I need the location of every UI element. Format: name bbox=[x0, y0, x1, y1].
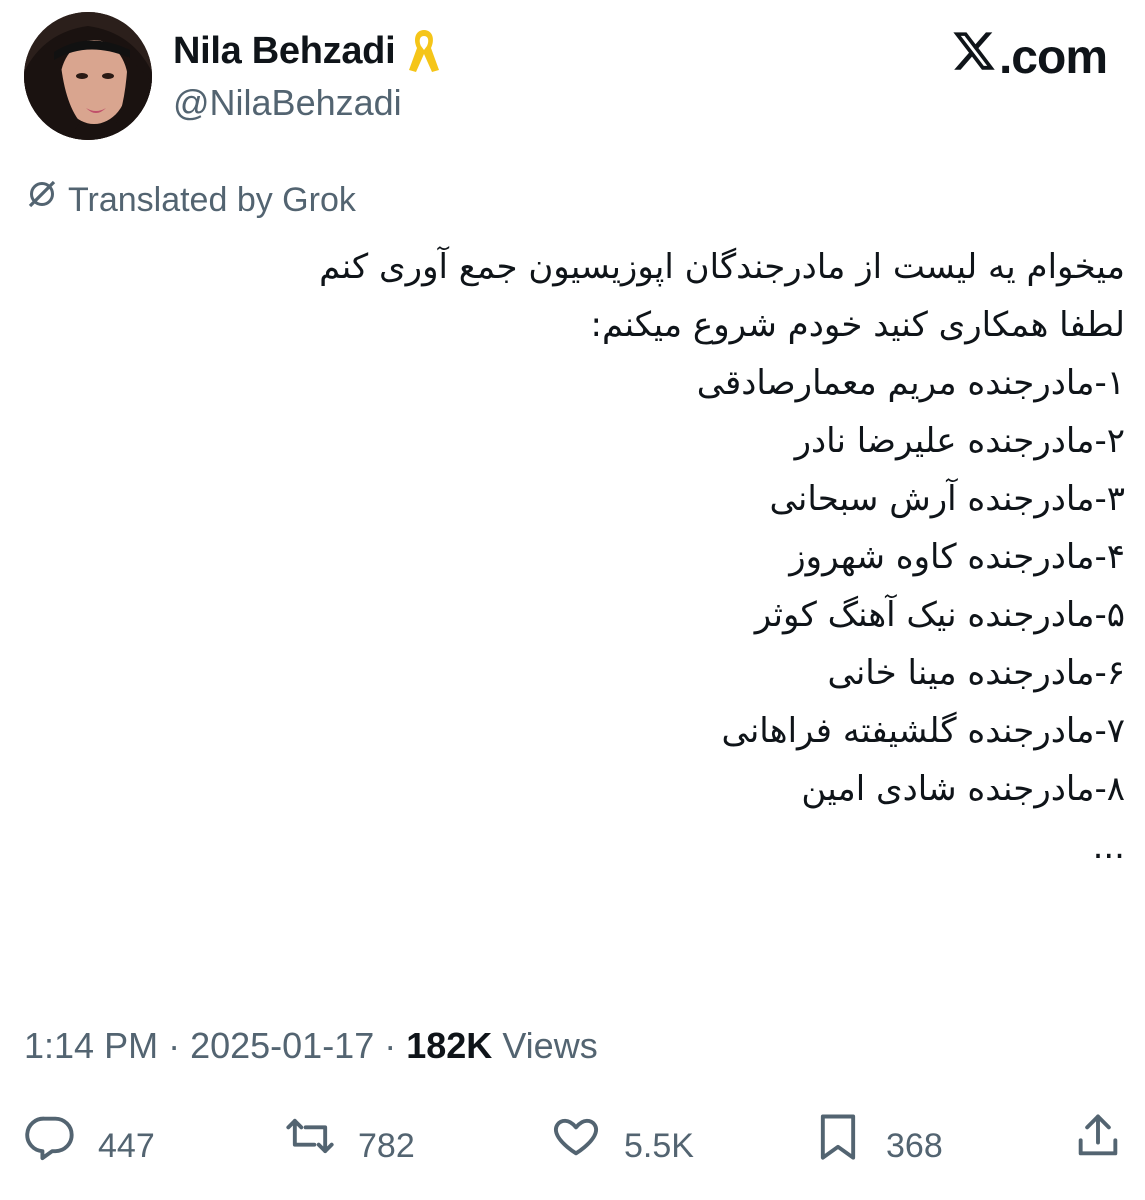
views-label: Views bbox=[502, 1025, 598, 1066]
bookmark-count: 368 bbox=[886, 1126, 943, 1165]
tweet-date[interactable]: 2025-01-17 bbox=[190, 1025, 374, 1066]
author-name-row[interactable]: Nila Behzadi bbox=[173, 26, 441, 76]
like-button[interactable]: 5.5K bbox=[550, 1110, 694, 1181]
tweet-line: ۶-مادرجنده مینا خانی bbox=[827, 653, 1126, 693]
tweet-line: ۸-مادرجنده شادی امین bbox=[801, 769, 1125, 809]
reply-button[interactable]: 447 bbox=[24, 1110, 155, 1181]
like-icon bbox=[550, 1110, 602, 1181]
tweet-line: لطفا همکاری کنید خودم شروع میکنم: bbox=[590, 305, 1125, 345]
meta-separator: · bbox=[158, 1025, 191, 1066]
author-name[interactable]: Nila Behzadi bbox=[173, 28, 396, 74]
site-domain: .com bbox=[998, 31, 1108, 84]
bookmark-button[interactable]: 368 bbox=[812, 1110, 943, 1181]
meta-separator: · bbox=[374, 1025, 407, 1066]
tweet-line: ۷-مادرجنده گلشیفته فراهانی bbox=[721, 711, 1126, 751]
tweet-line: ۵-مادرجنده نیک آهنگ کوثر bbox=[754, 595, 1125, 635]
tweet-line: ۳-مادرجنده آرش سبحانی bbox=[769, 479, 1125, 519]
reply-count: 447 bbox=[98, 1126, 155, 1165]
x-logo-icon bbox=[951, 28, 999, 88]
tweet-line: ... bbox=[1092, 827, 1125, 867]
bookmark-icon bbox=[812, 1110, 864, 1181]
share-button[interactable] bbox=[1072, 1110, 1124, 1181]
action-bar: 447 782 5.5K 368 bbox=[0, 1110, 1145, 1170]
ribbon-icon bbox=[407, 26, 441, 76]
repost-button[interactable]: 782 bbox=[284, 1110, 415, 1181]
share-icon bbox=[1072, 1110, 1124, 1181]
author-handle[interactable]: @NilaBehzadi bbox=[173, 80, 402, 126]
views-count: 182K bbox=[406, 1025, 493, 1066]
repost-count: 782 bbox=[358, 1126, 415, 1165]
translation-notice[interactable]: Translated by Grok bbox=[24, 176, 356, 223]
tweet-line: میخوام یه لیست از مادرجندگان اپوزیسیون ج… bbox=[319, 247, 1125, 287]
like-count: 5.5K bbox=[624, 1126, 694, 1165]
repost-icon bbox=[284, 1110, 336, 1181]
tweet-line: ۲-مادرجنده علیرضا نادر bbox=[794, 421, 1125, 461]
avatar[interactable] bbox=[24, 12, 152, 140]
tweet-time[interactable]: 1:14 PM bbox=[24, 1025, 158, 1066]
tweet-meta: 1:14 PM · 2025-01-17 · 182K Views bbox=[24, 1022, 598, 1070]
tweet-text: میخوام یه لیست از مادرجندگان اپوزیسیون ج… bbox=[25, 238, 1125, 876]
tweet-line: ۴-مادرجنده کاوه شهروز bbox=[789, 537, 1125, 577]
site-label: .com bbox=[951, 28, 1108, 88]
translate-icon bbox=[24, 176, 60, 223]
translation-label: Translated by Grok bbox=[68, 180, 356, 219]
reply-icon bbox=[24, 1110, 76, 1181]
tweet-line: ۱-مادرجنده مریم معمارصادقی bbox=[696, 363, 1125, 403]
